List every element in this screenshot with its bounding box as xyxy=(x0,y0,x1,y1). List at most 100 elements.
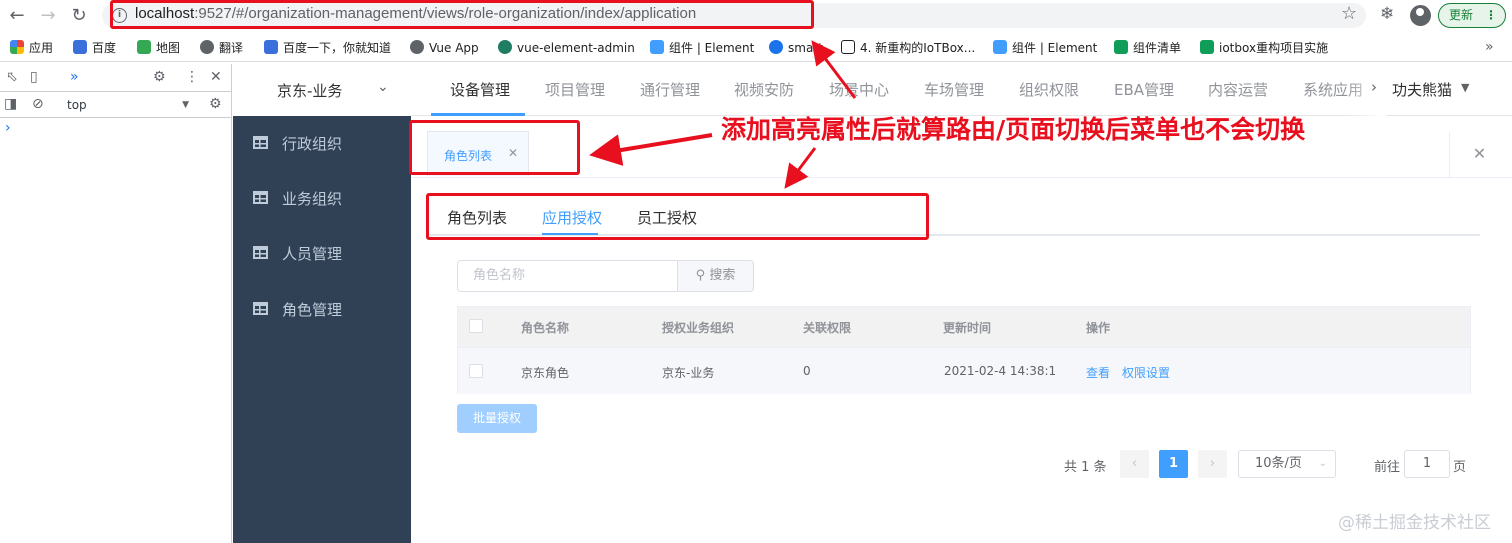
cell-perm-count: 0 xyxy=(803,364,811,378)
sidebar-item-roles[interactable]: 角色管理 xyxy=(233,282,411,338)
view-link[interactable]: 查看 xyxy=(1086,364,1110,381)
context-select[interactable]: top ▼ xyxy=(57,95,197,115)
bookmark-label: 百度 xyxy=(92,41,117,55)
reload-icon[interactable]: ↻ xyxy=(67,4,91,28)
caret-down-icon[interactable]: ▼ xyxy=(1461,81,1469,94)
chevron-right-icon[interactable]: › xyxy=(1371,78,1377,96)
bookmark-smart[interactable]: smart xyxy=(769,39,823,57)
next-page-button[interactable]: › xyxy=(1198,450,1227,478)
bookmark-label: 组件清单 xyxy=(1133,41,1182,55)
bookmark-star-icon[interactable]: ☆ xyxy=(1341,3,1357,24)
topnav-scene[interactable]: 场景中心 xyxy=(829,79,889,100)
user-name[interactable]: 功夫熊猫 xyxy=(1392,79,1452,100)
table-icon xyxy=(253,191,268,204)
sidebar-item-business-org[interactable]: 业务组织 xyxy=(233,171,411,227)
topnav-project[interactable]: 项目管理 xyxy=(545,79,605,100)
bookmark-iotbox-project[interactable]: iotbox重构项目实施 xyxy=(1200,39,1328,57)
forward-icon[interactable]: → xyxy=(36,4,60,28)
goto-page-input[interactable]: 1 xyxy=(1404,450,1450,478)
kebab-menu-icon[interactable]: ⋮ xyxy=(185,64,199,90)
bookmark-map[interactable]: 地图 xyxy=(137,39,180,57)
console-settings-icon[interactable]: ⚙ xyxy=(209,91,222,117)
extensions-icon[interactable]: ❄ xyxy=(1380,4,1394,24)
settings-icon[interactable]: ⚙ xyxy=(153,64,166,90)
chevron-down-icon: ⌄ xyxy=(377,79,389,95)
sidebar-item-staff[interactable]: 人员管理 xyxy=(233,226,411,282)
batch-authorize-button[interactable]: 批量授权 xyxy=(457,404,537,433)
devtools-toolbar: ⬁ ▯ » ⚙ ⋮ ✕ xyxy=(0,64,232,92)
topnav-video[interactable]: 视频安防 xyxy=(734,79,794,100)
dropdown-caret-icon: ▼ xyxy=(182,100,189,110)
bookmarks-bar: 应用 百度 地图 翻译 百度一下，你就知道 Vue App vue-elemen… xyxy=(0,34,1512,62)
globe-icon xyxy=(410,40,424,54)
annotation-text: 添加高亮属性后就算路由/页面切换后菜单也不会切换 xyxy=(721,115,1306,144)
row-checkbox[interactable] xyxy=(469,364,483,378)
bookmark-apps[interactable]: 应用 xyxy=(10,39,53,57)
close-all-tags-icon[interactable]: ✕ xyxy=(1449,132,1509,178)
column-header: 角色名称 xyxy=(521,321,570,335)
vue-icon xyxy=(498,40,512,54)
permission-settings-link[interactable]: 权限设置 xyxy=(1122,364,1170,381)
topnav-parking[interactable]: 车场管理 xyxy=(924,79,984,100)
goto-label: 前往 xyxy=(1374,460,1401,475)
bookmark-element-1[interactable]: 组件 | Element xyxy=(650,39,754,57)
devtools-panel: ⬁ ▯ » ⚙ ⋮ ✕ ◨ ⊘ top ▼ ⚙ › xyxy=(0,64,232,543)
search-button[interactable]: ⚲ 搜索 xyxy=(677,260,754,292)
bookmark-translate[interactable]: 翻译 xyxy=(200,39,243,57)
bookmark-baidu-search[interactable]: 百度一下，你就知道 xyxy=(264,39,391,57)
role-table: 角色名称 授权业务组织 关联权限 更新时间 操作 京东角色 京东-业务 0 20… xyxy=(457,306,1471,394)
close-devtools-icon[interactable]: ✕ xyxy=(210,64,222,90)
device-toggle-icon[interactable]: ▯ xyxy=(30,64,38,90)
search-button-label: 搜索 xyxy=(709,268,736,283)
inspect-icon[interactable]: ⬁ xyxy=(6,64,18,90)
page-size-select[interactable]: 10条/页 ⌄ xyxy=(1238,450,1336,478)
bookmark-iotbox[interactable]: 4. 新重构的IoTBox... xyxy=(841,39,975,57)
console-prompt-icon[interactable]: › xyxy=(5,120,11,136)
role-name-search-input[interactable]: 角色名称 xyxy=(457,260,678,292)
bookmark-vue-app[interactable]: Vue App xyxy=(410,39,479,57)
sheets-icon xyxy=(1114,40,1128,54)
table-row: 京东角色 京东-业务 0 2021-02-4 14:38:1 查看 权限设置 xyxy=(458,347,1470,394)
bookmark-baidu[interactable]: 百度 xyxy=(73,39,116,57)
more-tabs-icon[interactable]: » xyxy=(70,64,79,90)
bookmark-label: 翻译 xyxy=(219,41,244,55)
sidebar-toggle-icon[interactable]: ◨ xyxy=(4,91,17,117)
bookmark-label: 百度一下，你就知道 xyxy=(283,41,392,55)
bookmark-label: Vue App xyxy=(429,41,479,55)
bookmark-component-list[interactable]: 组件清单 xyxy=(1114,39,1181,57)
bookmark-label: smart xyxy=(788,41,823,55)
topnav-access[interactable]: 通行管理 xyxy=(640,79,700,100)
search-icon: ⚲ xyxy=(695,268,706,283)
sidebar: 行政组织 业务组织 人员管理 角色管理 xyxy=(233,116,411,543)
topnav-org-perm[interactable]: 组织权限 xyxy=(1019,79,1079,100)
sidebar-item-label: 业务组织 xyxy=(282,190,343,208)
topnav-eba[interactable]: EBA管理 xyxy=(1114,79,1174,100)
annotation-box-subtabs xyxy=(426,193,929,240)
update-button[interactable]: 更新 ⋮ xyxy=(1438,3,1506,28)
clear-console-icon[interactable]: ⊘ xyxy=(32,91,44,117)
prev-page-button[interactable]: ‹ xyxy=(1120,450,1149,478)
org-switcher[interactable]: 京东-业务 ⌄ xyxy=(233,64,411,116)
profile-avatar[interactable] xyxy=(1410,5,1431,26)
org-name: 京东-业务 xyxy=(277,82,343,100)
bookmarks-more-icon[interactable]: » xyxy=(1485,39,1494,55)
page-size-label: 10条/页 xyxy=(1255,456,1302,471)
bookmark-vue-element-admin[interactable]: vue-element-admin xyxy=(498,39,635,57)
topnav-device[interactable]: 设备管理 xyxy=(450,79,510,100)
cell-role-name: 京东角色 xyxy=(521,366,570,380)
baidu-icon xyxy=(264,40,278,54)
menu-dots-icon[interactable]: ⋮ xyxy=(1485,4,1497,27)
topnav-content[interactable]: 内容运营 xyxy=(1208,79,1268,100)
bookmark-label: vue-element-admin xyxy=(517,41,635,55)
select-all-checkbox[interactable] xyxy=(469,319,483,333)
page-1-button[interactable]: 1 xyxy=(1159,450,1188,478)
smart-icon xyxy=(769,40,783,54)
sidebar-item-label: 角色管理 xyxy=(282,301,343,319)
table-icon xyxy=(253,302,268,315)
sidebar-item-admin-org[interactable]: 行政组织 xyxy=(233,116,411,172)
update-label: 更新 xyxy=(1449,8,1474,22)
watermark: @稀土掘金技术社区 xyxy=(1338,513,1491,533)
bookmark-element-2[interactable]: 组件 | Element xyxy=(993,39,1097,57)
back-icon[interactable]: ← xyxy=(5,4,29,28)
column-header: 操作 xyxy=(1086,321,1111,335)
